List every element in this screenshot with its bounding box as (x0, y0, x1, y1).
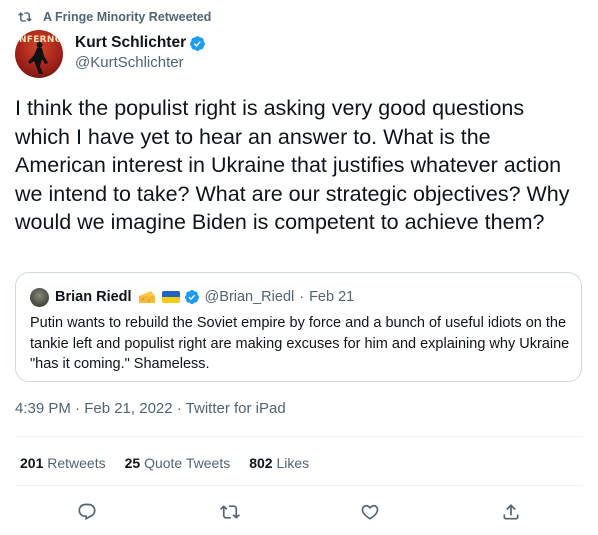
like-button[interactable] (358, 500, 382, 524)
quoted-date: Feb 21 (309, 289, 355, 305)
retweets-label: Retweets (47, 455, 106, 471)
ukraine-flag-icon (161, 291, 180, 303)
quote-tweets-stat[interactable]: 25 Quote Tweets (125, 455, 231, 471)
author-name-row[interactable]: Kurt Schlichter (75, 34, 206, 52)
tweet-timestamp[interactable]: 4:39 PM · Feb 21, 2022 · Twitter for iPa… (15, 400, 286, 417)
action-bar (15, 500, 583, 524)
avatar-logo-text: INFERNO (15, 35, 63, 45)
quote-tweets-label: Quote Tweets (144, 455, 231, 471)
retweet-icon (220, 505, 240, 519)
divider (15, 485, 583, 486)
tweet-text: I think the populist right is asking ver… (15, 96, 576, 234)
retweets-count: 201 (20, 455, 44, 471)
engagement-stats: 201 Retweets 25 Quote Tweets 802 Likes (20, 455, 328, 471)
avatar[interactable]: INFERNO (15, 30, 63, 78)
quote-tweets-count: 25 (124, 455, 141, 471)
quoted-display-name: Brian Riedl (55, 289, 132, 305)
reply-icon (78, 503, 96, 521)
share-icon (503, 504, 519, 520)
quoted-tweet-header: Brian Riedl @Brian_Riedl · Feb 21 (30, 287, 354, 307)
quoted-separator: · (299, 289, 305, 305)
retweet-button[interactable] (218, 500, 242, 524)
verified-badge-icon (184, 290, 199, 304)
quoted-handle: @Brian_Riedl (204, 289, 295, 305)
likes-count: 802 (249, 455, 273, 471)
quoted-tweet-text: Putin wants to rebuild the Soviet empire… (30, 315, 570, 372)
likes-stat[interactable]: 802 Likes (249, 455, 309, 471)
author-display-name[interactable]: Kurt Schlichter (75, 34, 186, 52)
quoted-avatar (30, 287, 49, 307)
likes-label: Likes (276, 455, 310, 471)
divider (15, 436, 583, 437)
quoted-tweet[interactable]: Brian Riedl @Brian_Riedl · Feb 21 Putin … (15, 272, 582, 382)
reply-button[interactable] (75, 500, 99, 524)
retweeted-by-row[interactable]: A Fringe Minority Retweeted (18, 9, 211, 25)
retweet-icon (18, 12, 32, 22)
like-icon (361, 504, 379, 520)
verified-badge-icon (190, 35, 206, 51)
share-button[interactable] (499, 500, 523, 524)
cheese-icon (138, 291, 155, 303)
retweeted-by-text: A Fringe Minority Retweeted (43, 10, 212, 24)
author-handle[interactable]: @KurtSchlichter (75, 54, 184, 71)
retweets-stat[interactable]: 201 Retweets (20, 455, 106, 471)
